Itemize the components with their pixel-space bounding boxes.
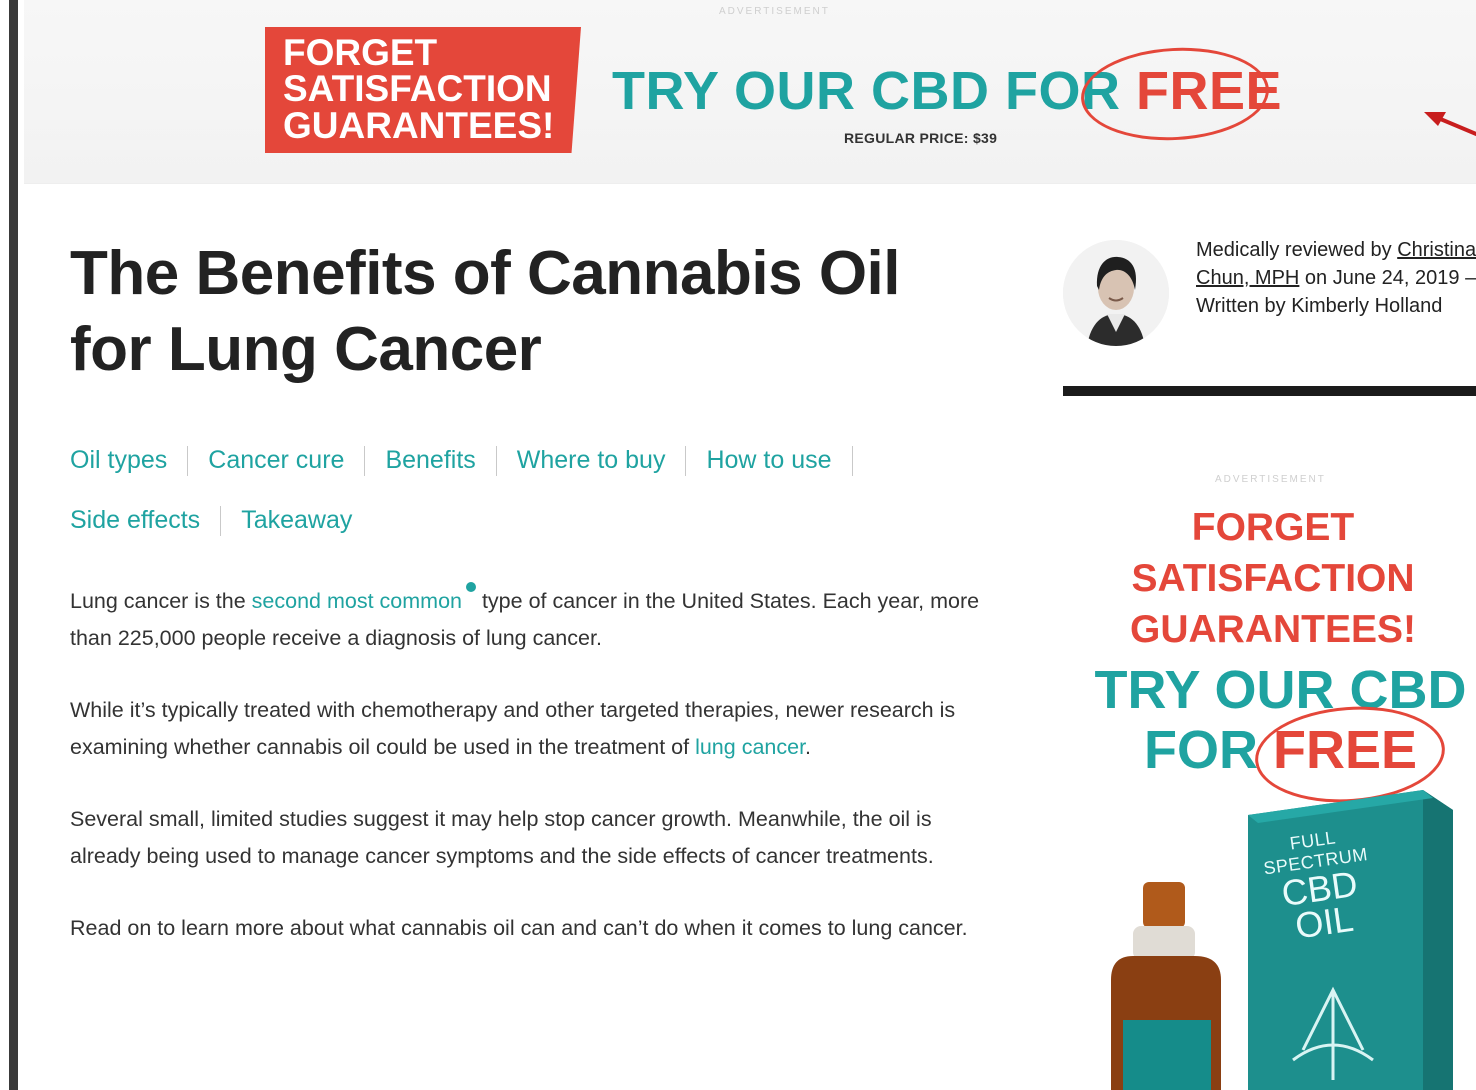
link-lung-cancer[interactable]: lung cancer	[695, 735, 805, 759]
side-ad-forget-text: FORGET SATISFACTION GUARANTEES!	[1083, 502, 1463, 655]
article-body: Lung cancer is the second most common✓ t…	[70, 582, 990, 982]
paragraph-text: .	[805, 735, 812, 760]
toc-separator	[495, 446, 497, 477]
ad-label: ADVERTISEMENT	[719, 6, 830, 17]
reviewer-avatar	[1063, 240, 1169, 346]
side-advertisement[interactable]: ADVERTISEMENT FORGET SATISFACTION GUARAN…	[1083, 460, 1476, 1090]
paragraph: While it’s typically treated with chemot…	[70, 692, 990, 766]
paragraph: Lung cancer is the second most common✓ t…	[70, 582, 990, 657]
top-advertisement[interactable]: ADVERTISEMENT FORGET SATISFACTION GUARAN…	[24, 0, 1476, 184]
paragraph-text: Lung cancer is the	[70, 589, 252, 614]
red-arrow-icon	[1424, 112, 1476, 137]
ad-headline-text: TRY OUR CBD FOR	[612, 61, 1137, 121]
reviewer-text: Medically reviewed by Christina Chun, MP…	[1196, 236, 1476, 320]
table-of-contents: Oil types Cancer cure Benefits Where to buy…	[70, 430, 970, 550]
page-title: The Benefits of Cannabis Oil for Lung Ca…	[70, 239, 901, 384]
left-window-border	[0, 0, 18, 1090]
paragraph: Several small, limited studies suggest i…	[70, 807, 934, 869]
ad-red-box[interactable]: FORGET SATISFACTION GUARANTEES!	[265, 27, 581, 153]
ad-box-line: FORGET	[283, 32, 438, 73]
side-ad-try-line: TRY OUR CBD	[1094, 660, 1467, 720]
side-ad-line: FORGET	[1191, 506, 1355, 549]
reviewer-prefix: Medically reviewed by	[1196, 239, 1398, 261]
ad-box-line: SATISFACTION	[283, 68, 552, 110]
ad-label: ADVERTISEMENT	[1215, 474, 1326, 485]
side-ad-line: GUARANTEES!	[1129, 608, 1416, 651]
toc-link-benefits[interactable]: Benefits	[385, 430, 475, 490]
toc-link-where-to-buy[interactable]: Where to buy	[517, 430, 666, 490]
toc-link-how-to-use[interactable]: How to use	[706, 430, 831, 490]
toc-link-takeaway[interactable]: Takeaway	[241, 490, 352, 550]
side-ad-for: FOR	[1143, 720, 1273, 780]
toc-link-side-effects[interactable]: Side effects	[70, 490, 200, 550]
ad-headline[interactable]: TRY OUR CBD FOR FREE	[612, 60, 1282, 122]
paragraph-text: While it’s typically treated with chemot…	[70, 698, 956, 760]
toc-separator	[364, 446, 366, 477]
verified-check-icon: ✓	[465, 582, 476, 592]
link-second-most-common[interactable]: second most common	[252, 589, 462, 613]
ad-box-line: GUARANTEES!	[283, 104, 555, 146]
side-ad-line: SATISFACTION	[1131, 557, 1415, 600]
toc-separator	[220, 506, 222, 537]
ad-headline-free: FREE	[1136, 61, 1283, 121]
toc-link-cancer-cure[interactable]: Cancer cure	[208, 430, 344, 490]
paragraph: Read on to learn more about what cannabi…	[70, 916, 968, 941]
ad-regular-price: REGULAR PRICE: $39	[844, 130, 998, 146]
toc-separator	[187, 446, 189, 477]
toc-link-oil-types[interactable]: Oil types	[70, 430, 167, 490]
toc-separator	[851, 446, 853, 477]
avatar-image	[1063, 240, 1169, 346]
toc-separator	[685, 446, 687, 477]
reviewer-byline: Medically reviewed by Christina Chun, MP…	[1063, 236, 1476, 396]
product-label: FULL SPECTRUM CBD OIL	[1252, 822, 1386, 948]
